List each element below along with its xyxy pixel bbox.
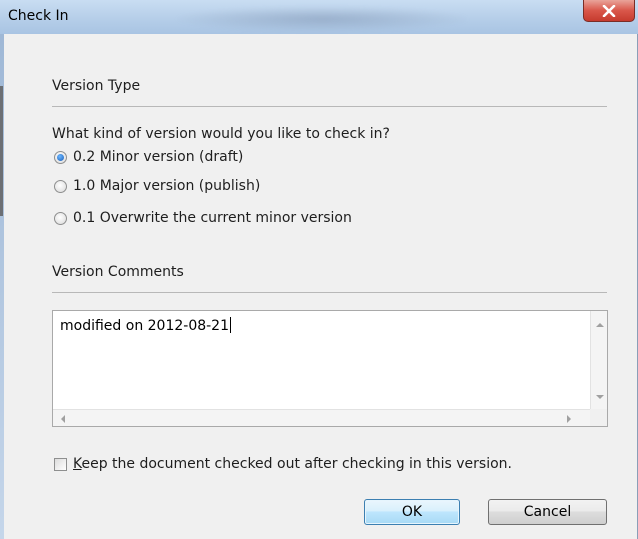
version-comments-text: modified on 2012-08-21: [60, 317, 231, 334]
version-comments-value: modified on 2012-08-21: [60, 318, 229, 334]
version-question: What kind of version would you like to c…: [52, 126, 390, 142]
radio-minor-version[interactable]: 0.2 Minor version (draft): [54, 149, 243, 165]
cancel-button[interactable]: Cancel: [488, 499, 607, 525]
check-in-dialog: Check In Version Type What kind of versi…: [0, 0, 638, 539]
version-type-heading: Version Type: [52, 78, 141, 94]
version-comments-textarea[interactable]: modified on 2012-08-21: [52, 310, 608, 427]
window-frame-shadow: [0, 86, 3, 216]
scroll-left-arrow-icon[interactable]: [61, 415, 65, 423]
radio-overwrite-version[interactable]: 0.1 Overwrite the current minor version: [54, 210, 352, 226]
close-button[interactable]: [583, 0, 635, 22]
keep-checked-out-label: Keep the document checked out after chec…: [73, 456, 512, 472]
vertical-scrollbar[interactable]: [590, 311, 607, 409]
dialog-title: Check In: [8, 8, 69, 24]
close-icon: [602, 4, 616, 17]
version-comments-heading: Version Comments: [52, 264, 184, 280]
radio-overwrite-version-label: 0.1 Overwrite the current minor version: [73, 210, 352, 226]
radio-button-checked[interactable]: [54, 150, 67, 164]
scroll-up-arrow-icon[interactable]: [596, 323, 604, 327]
radio-button[interactable]: [54, 179, 67, 193]
radio-minor-version-label: 0.2 Minor version (draft): [73, 149, 244, 165]
keep-checked-out-text: eep the document checked out after check…: [81, 456, 512, 472]
radio-major-version[interactable]: 1.0 Major version (publish): [54, 178, 260, 194]
background-window-title-blur: [172, 6, 472, 32]
scrollbar-corner: [590, 409, 607, 426]
text-caret: [230, 317, 231, 333]
scroll-down-arrow-icon[interactable]: [596, 395, 604, 399]
radio-major-version-label: 1.0 Major version (publish): [73, 178, 261, 194]
title-bar[interactable]: Check In: [0, 0, 638, 34]
version-type-divider: [52, 106, 607, 107]
version-comments-divider: [52, 292, 607, 293]
ok-button[interactable]: OK: [364, 499, 460, 525]
radio-button[interactable]: [54, 211, 67, 225]
keep-checked-out-checkbox[interactable]: [54, 457, 67, 471]
keep-checked-out-option[interactable]: Keep the document checked out after chec…: [54, 456, 512, 472]
scroll-right-arrow-icon[interactable]: [567, 415, 571, 423]
horizontal-scrollbar[interactable]: [53, 409, 591, 426]
